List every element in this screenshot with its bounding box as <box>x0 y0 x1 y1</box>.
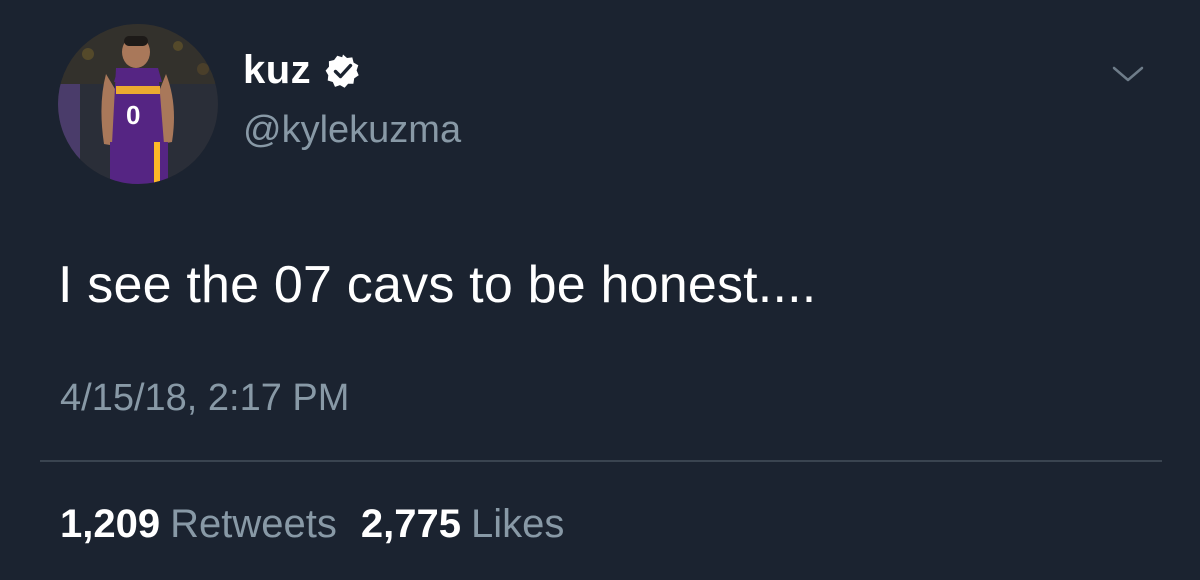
avatar-photo: 0 <box>58 24 218 184</box>
divider <box>40 460 1162 462</box>
likes-stat[interactable]: 2,775 Likes <box>361 502 565 547</box>
tweet-timestamp[interactable]: 4/15/18, 2:17 PM <box>60 377 349 420</box>
likes-label: Likes <box>470 502 565 546</box>
verified-badge-icon <box>325 54 359 88</box>
tweet-text: I see the 07 cavs to be honest.... <box>58 256 817 314</box>
tweet-card: 0 kuz @kylekuzma I see the 07 cavs to be… <box>0 0 1200 580</box>
retweets-label: Retweets <box>170 502 337 546</box>
display-name[interactable]: kuz <box>243 48 311 93</box>
tweet-stats: 1,209 Retweets 2,775 Likes <box>60 502 564 547</box>
avatar[interactable]: 0 <box>58 24 218 184</box>
author-handle[interactable]: @kylekuzma <box>243 109 461 152</box>
chevron-down-icon[interactable] <box>1110 62 1146 86</box>
likes-count: 2,775 <box>360 502 461 546</box>
retweets-stat[interactable]: 1,209 Retweets <box>60 502 337 547</box>
svg-text:0: 0 <box>126 100 140 130</box>
retweets-count: 1,209 <box>60 502 161 546</box>
author-name-row[interactable]: kuz <box>243 48 361 93</box>
